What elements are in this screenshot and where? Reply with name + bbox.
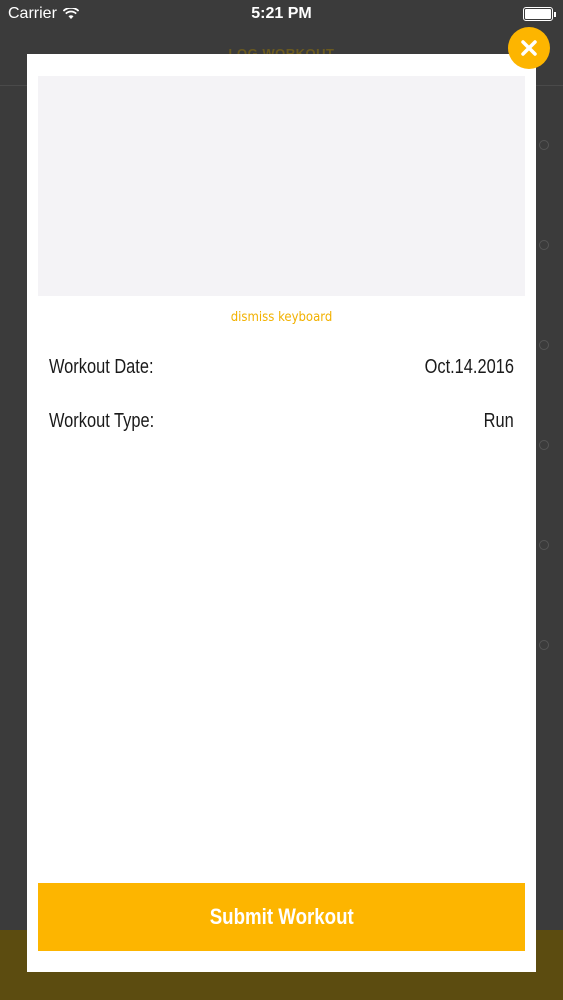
submit-workout-button[interactable]: Submit Workout [38, 883, 525, 951]
close-icon [521, 40, 537, 56]
workout-type-label: Workout Type: [49, 409, 155, 432]
close-button[interactable] [508, 27, 550, 69]
background-row-icon [539, 240, 549, 250]
background-row-icon [539, 140, 549, 150]
workout-modal: dismiss keyboard Workout Date: Oct.14.20… [27, 54, 536, 972]
workout-notes-input[interactable] [38, 76, 525, 296]
status-bar: Carrier 5:21 PM [0, 0, 563, 28]
battery-icon [523, 7, 556, 21]
workout-type-row[interactable]: Workout Type: Run [49, 406, 514, 436]
background-row-icon [539, 640, 549, 650]
workout-type-value: Run [483, 409, 514, 432]
workout-date-value: Oct.14.2016 [424, 355, 514, 378]
workout-date-row[interactable]: Workout Date: Oct.14.2016 [49, 352, 514, 382]
status-time: 5:21 PM [251, 5, 312, 22]
background-row-icon [539, 540, 549, 550]
background-row-icon [539, 340, 549, 350]
background-row-icon [539, 440, 549, 450]
dismiss-keyboard-link[interactable]: dismiss keyboard [27, 310, 536, 325]
workout-date-label: Workout Date: [49, 355, 154, 378]
submit-workout-label: Submit Workout [209, 904, 354, 929]
